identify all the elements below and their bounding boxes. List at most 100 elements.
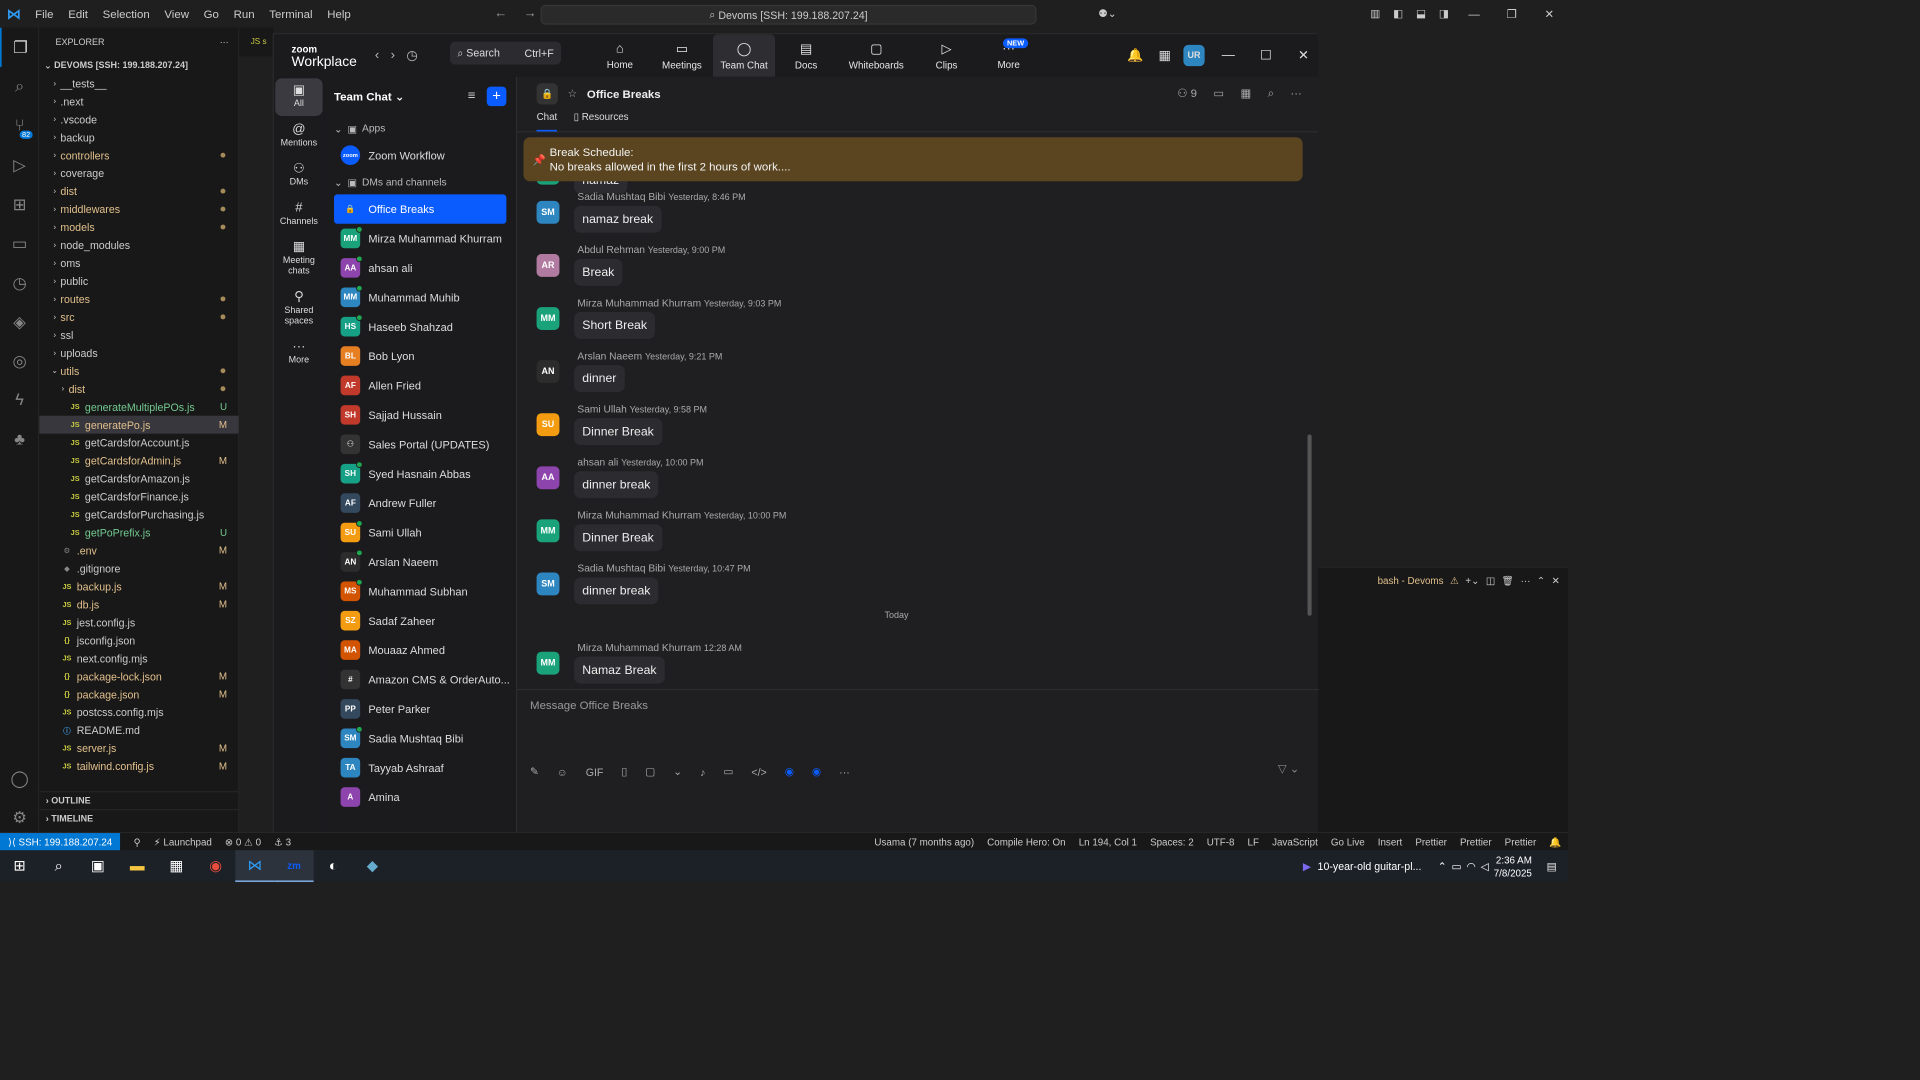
calendar-icon[interactable]: ▦ <box>1150 47 1179 63</box>
history-icon[interactable]: ◷ <box>395 47 429 63</box>
bell-icon[interactable]: 🔔 <box>1121 47 1150 63</box>
folder-item[interactable]: › .vscode <box>39 110 238 128</box>
file-item[interactable]: ◆ .gitignore <box>39 559 238 577</box>
account-icon[interactable]: ◯ <box>0 759 39 798</box>
rail-more[interactable]: ··· More <box>275 335 322 373</box>
file-item[interactable]: ⓘ README.md <box>39 721 238 739</box>
file-item[interactable]: JS getCardsforAmazon.js <box>39 470 238 488</box>
chat-item[interactable]: ⚇ Sales Portal (UPDATES) <box>324 430 516 459</box>
file-item[interactable]: JS jest.config.js <box>39 613 238 631</box>
chat-item[interactable]: SU Sami Ullah <box>324 518 516 547</box>
rail-dms[interactable]: ⚇ DMs <box>275 157 322 195</box>
avatar[interactable]: AR <box>536 253 560 277</box>
chat-item[interactable]: HS Haseeb Shahzad <box>324 312 516 341</box>
file-item[interactable]: JS generatePo.js M <box>39 415 239 434</box>
notifications-icon[interactable]: 🔔 <box>1543 836 1568 847</box>
terminal-title[interactable]: bash - Devoms <box>1378 575 1444 586</box>
message-bubble[interactable]: dinner break <box>574 577 659 605</box>
volume-icon[interactable]: ◁ <box>1481 860 1489 873</box>
composer-tool-2-icon[interactable]: GIF <box>586 766 604 778</box>
menu-go[interactable]: Go <box>196 7 226 20</box>
avatar[interactable]: SU <box>536 413 560 437</box>
folder-item[interactable]: › coverage <box>39 164 238 182</box>
tab-clips[interactable]: ▷ Clips <box>916 34 978 76</box>
message-bubble[interactable]: Namaz Break <box>574 656 665 684</box>
message-author[interactable]: Sami Ullah <box>577 403 626 414</box>
source-control-icon[interactable]: ⑂ 82 <box>0 106 39 145</box>
chat-list-title[interactable]: Team Chat ⌄ <box>334 89 404 103</box>
app-icon[interactable]: ◐ <box>314 850 353 882</box>
ports-item[interactable]: ⚓ 3 <box>268 836 298 847</box>
rail-shared-spaces[interactable]: ⚲ Shared spaces <box>275 285 322 333</box>
folder-item[interactable]: › public <box>39 272 238 290</box>
search-icon[interactable]: ⌕ <box>0 67 39 106</box>
composer-tool-5-icon[interactable]: ⌄ <box>673 765 682 778</box>
message-bubble[interactable]: dinner break <box>574 471 659 499</box>
chat-item[interactable]: MM Muhammad Muhib <box>324 283 516 312</box>
file-item[interactable]: JS generateMultiplePOs.js U <box>39 398 238 416</box>
compile-hero[interactable]: Compile Hero: On <box>981 836 1073 847</box>
message-bubble[interactable]: Break <box>574 258 623 286</box>
message-input[interactable]: Message Office Breaks <box>530 698 648 711</box>
chat-item[interactable]: SH Syed Hasnain Abbas <box>324 459 516 488</box>
avatar[interactable]: MM <box>536 519 560 543</box>
file-item[interactable]: JS getCardsforPurchasing.js <box>39 506 238 524</box>
launchpad-item[interactable]: ⚡ Launchpad <box>147 836 218 847</box>
folder-item[interactable]: ⌄ utils <box>39 362 238 380</box>
back-arrow-icon[interactable]: ← <box>494 7 507 22</box>
menu-file[interactable]: File <box>28 7 61 20</box>
go-live[interactable]: Go Live <box>1324 836 1371 847</box>
composer-tool-7-icon[interactable]: ▭ <box>723 765 733 778</box>
folder-item[interactable]: › oms <box>39 254 238 272</box>
forward-arrow-icon[interactable]: → <box>524 7 537 22</box>
python-icon[interactable]: ♣ <box>0 420 39 459</box>
eol[interactable]: LF <box>1241 836 1266 847</box>
chat-item[interactable]: MA Mouaaz Ahmed <box>324 635 516 664</box>
file-item[interactable]: JS backup.js M <box>39 577 238 595</box>
file-item[interactable]: JS getPoPrefix.js U <box>39 524 238 542</box>
zoom-taskbar-icon[interactable]: zm <box>274 850 314 883</box>
zoom-search[interactable]: ⌕ Search Ctrl+F <box>450 41 562 65</box>
command-center-search[interactable]: ⌕ Devoms [SSH: 199.188.207.24] <box>540 4 1037 25</box>
more-icon[interactable]: ··· <box>1290 87 1301 101</box>
thunder-icon[interactable]: ϟ <box>0 381 39 420</box>
filter-icon[interactable]: ≡ <box>468 89 476 104</box>
file-item[interactable]: JS getCardsforAccount.js <box>39 434 238 452</box>
menu-run[interactable]: Run <box>226 7 262 20</box>
search-icon[interactable]: ⌕ <box>39 850 78 882</box>
message-author[interactable]: ahsan ali <box>577 457 618 468</box>
extensions-icon[interactable]: ⊞ <box>0 185 39 224</box>
composer-tool-0-icon[interactable]: ✎ <box>530 765 539 778</box>
menu-view[interactable]: View <box>157 7 196 20</box>
composer-tool-6-icon[interactable]: ♪ <box>700 766 705 778</box>
members-icon[interactable]: ⚇ 9 <box>1177 87 1197 101</box>
file-item[interactable]: JS tailwind.config.js M <box>39 757 238 775</box>
composer-tool-10-icon[interactable]: ◉ <box>812 765 821 778</box>
rail-all[interactable]: ▣ All <box>275 78 323 116</box>
message-author[interactable]: Mirza Muhammad Khurram <box>577 642 701 653</box>
folder-item[interactable]: › uploads <box>39 344 238 362</box>
encoding[interactable]: UTF-8 <box>1200 836 1241 847</box>
editor-tab[interactable]: JS s <box>239 27 274 57</box>
file-item[interactable]: JS getCardsforFinance.js <box>39 488 238 506</box>
chat-item[interactable]: SH Sajjad Hussain <box>324 400 516 429</box>
cursor-position[interactable]: Ln 194, Col 1 <box>1072 836 1143 847</box>
chat-item[interactable]: AA ahsan ali <box>324 253 516 282</box>
chat-item[interactable]: A Amina <box>324 782 516 811</box>
language-mode[interactable]: JavaScript <box>1266 836 1325 847</box>
folder-item[interactable]: › .next <box>39 92 238 110</box>
dm-section[interactable]: ⌄ ▣ DMs and channels <box>324 170 516 195</box>
message-author[interactable]: Mirza Muhammad Khurram <box>577 297 701 308</box>
windows-start-icon[interactable]: ⊞ <box>0 850 39 882</box>
avatar[interactable]: SM <box>536 572 560 596</box>
pinned-banner[interactable]: 📌 Break Schedule: No breaks allowed in the… <box>523 137 1303 182</box>
scrollbar[interactable] <box>1307 434 1312 616</box>
more-icon[interactable]: ··· <box>1521 575 1531 586</box>
avatar[interactable]: AN <box>536 360 560 384</box>
panel-toggle-icon[interactable]: ⬓ <box>1410 7 1433 20</box>
menu-terminal[interactable]: Terminal <box>262 7 320 20</box>
file-item[interactable]: JS server.js M <box>39 739 238 757</box>
composer-tool-3-icon[interactable]: ▯ <box>621 765 627 778</box>
file-explorer-icon[interactable]: ▬ <box>118 850 157 882</box>
indentation[interactable]: Spaces: 2 <box>1144 836 1201 847</box>
